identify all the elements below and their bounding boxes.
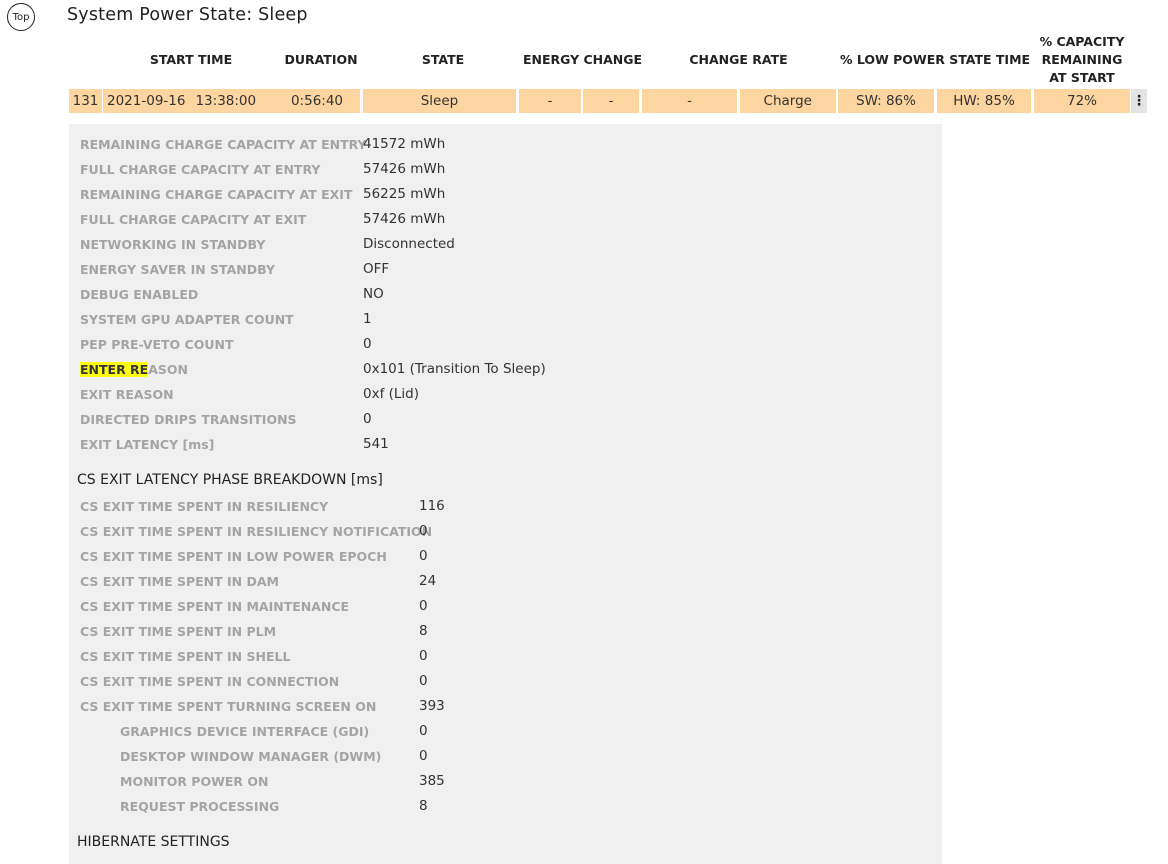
cs-detail-value: 0: [419, 648, 428, 664]
cs-detail-value: 8: [419, 798, 428, 814]
column-header-capacity-line-3: AT START: [1049, 69, 1115, 85]
cs-detail-value: 385: [419, 773, 445, 789]
cs-subdetail-label: REQUEST PROCESSING: [120, 799, 280, 814]
cs-detail-value: 0: [419, 748, 428, 764]
column-header-capacity-remaining: % CAPACITY REMAINING AT START: [1034, 32, 1130, 87]
detail-value: 57426 mWh: [363, 211, 446, 227]
detail-value: 1: [363, 311, 372, 327]
column-header-change-rate: CHANGE RATE: [689, 51, 788, 67]
cs-detail-label: CS EXIT TIME SPENT IN DAM: [80, 574, 279, 589]
detail-value: 0x101 (Transition To Sleep): [363, 361, 546, 377]
detail-label: ENERGY SAVER IN STANDBY: [80, 262, 276, 277]
cs-detail-label: CS EXIT TIME SPENT IN PLM: [80, 624, 277, 639]
row-index: 131: [69, 89, 102, 113]
cs-detail-value: 393: [419, 698, 445, 714]
row-start-date: 2021-09-16: [107, 93, 186, 109]
cs-detail-label: CS EXIT TIME SPENT IN RESILIENCY: [80, 499, 329, 514]
cs-subdetail-label: GRAPHICS DEVICE INTERFACE (GDI): [120, 724, 370, 739]
detail-value: 541: [363, 436, 389, 452]
cs-detail-label: CS EXIT TIME SPENT IN RESILIENCY NOTIFIC…: [80, 524, 433, 539]
detail-label: REMAINING CHARGE CAPACITY AT ENTRY: [80, 137, 367, 152]
detail-label: FULL CHARGE CAPACITY AT ENTRY: [80, 162, 321, 177]
detail-value: 0xf (Lid): [363, 386, 419, 402]
column-header-capacity-line-2: REMAINING: [1041, 51, 1123, 67]
cs-detail-value: 0: [419, 523, 428, 539]
cs-section-title: CS EXIT LATENCY PHASE BREAKDOWN [ms]: [77, 472, 383, 488]
cs-detail-value: 0: [419, 548, 428, 564]
detail-label: PEP PRE-VETO COUNT: [80, 337, 234, 352]
details-panel: REMAINING CHARGE CAPACITY AT ENTRY 41572…: [69, 124, 942, 864]
row-rate-type: Charge: [740, 89, 836, 113]
detail-label: DIRECTED DRIPS TRANSITIONS: [80, 412, 297, 427]
column-header-low-power-state-time: % LOW POWER STATE TIME: [839, 51, 1031, 67]
detail-value: 57426 mWh: [363, 161, 446, 177]
detail-label: FULL CHARGE CAPACITY AT EXIT: [80, 212, 307, 227]
detail-label: REMAINING CHARGE CAPACITY AT EXIT: [80, 187, 353, 202]
column-header-duration: DURATION: [284, 51, 358, 67]
search-highlight: ENTER RE: [80, 362, 149, 377]
cs-detail-label: CS EXIT TIME SPENT TURNING SCREEN ON: [80, 699, 377, 714]
column-header-start-time: START TIME: [149, 51, 233, 67]
row-energy-change-1: -: [519, 89, 581, 113]
row-capacity: 72%: [1034, 89, 1130, 113]
row-menu-button[interactable]: ⋮: [1131, 89, 1147, 113]
detail-label-enter-reason: ENTER REASON: [80, 362, 188, 377]
row-duration: 0:56:40: [274, 89, 360, 113]
hibernate-section-title: HIBERNATE SETTINGS: [77, 834, 230, 850]
column-header-state: STATE: [421, 51, 465, 67]
cs-detail-value: 0: [419, 673, 428, 689]
detail-value: 41572 mWh: [363, 136, 446, 152]
top-button[interactable]: Top: [7, 3, 35, 31]
cs-detail-label: CS EXIT TIME SPENT IN LOW POWER EPOCH: [80, 549, 387, 564]
cs-detail-label: CS EXIT TIME SPENT IN MAINTENANCE: [80, 599, 350, 614]
cs-detail-value: 0: [419, 723, 428, 739]
detail-label: DEBUG ENABLED: [80, 287, 199, 302]
row-change-rate: -: [642, 89, 737, 113]
cs-detail-label: CS EXIT TIME SPENT IN SHELL: [80, 649, 291, 664]
cs-detail-label: CS EXIT TIME SPENT IN CONNECTION: [80, 674, 340, 689]
detail-value: Disconnected: [363, 236, 455, 252]
detail-value: 0: [363, 411, 372, 427]
detail-label-rest: ASON: [148, 362, 188, 377]
cs-detail-value: 24: [419, 573, 437, 589]
detail-label: SYSTEM GPU ADAPTER COUNT: [80, 312, 294, 327]
cs-detail-value: 0: [419, 598, 428, 614]
detail-label: NETWORKING IN STANDBY: [80, 237, 266, 252]
detail-value: 0: [363, 336, 372, 352]
detail-value: 56225 mWh: [363, 186, 446, 202]
page-title: System Power State: Sleep: [67, 5, 308, 25]
column-header-capacity-line-1: % CAPACITY: [1039, 33, 1125, 49]
row-start-clock: 13:38:00: [195, 93, 257, 109]
cs-detail-value: 116: [419, 498, 445, 514]
cs-subdetail-label: MONITOR POWER ON: [120, 774, 269, 789]
row-hw-percent: HW: 85%: [937, 89, 1031, 113]
cs-subdetail-label: DESKTOP WINDOW MANAGER (DWM): [120, 749, 382, 764]
row-state: Sleep: [363, 89, 516, 113]
row-sw-percent: SW: 86%: [838, 89, 934, 113]
column-header-energy-change: ENERGY CHANGE: [522, 51, 643, 67]
detail-value: NO: [363, 286, 384, 302]
detail-value: OFF: [363, 261, 390, 277]
cs-detail-value: 8: [419, 623, 428, 639]
row-energy-change-2: -: [583, 89, 639, 113]
detail-label: EXIT LATENCY [ms]: [80, 437, 215, 452]
detail-label: EXIT REASON: [80, 387, 174, 402]
